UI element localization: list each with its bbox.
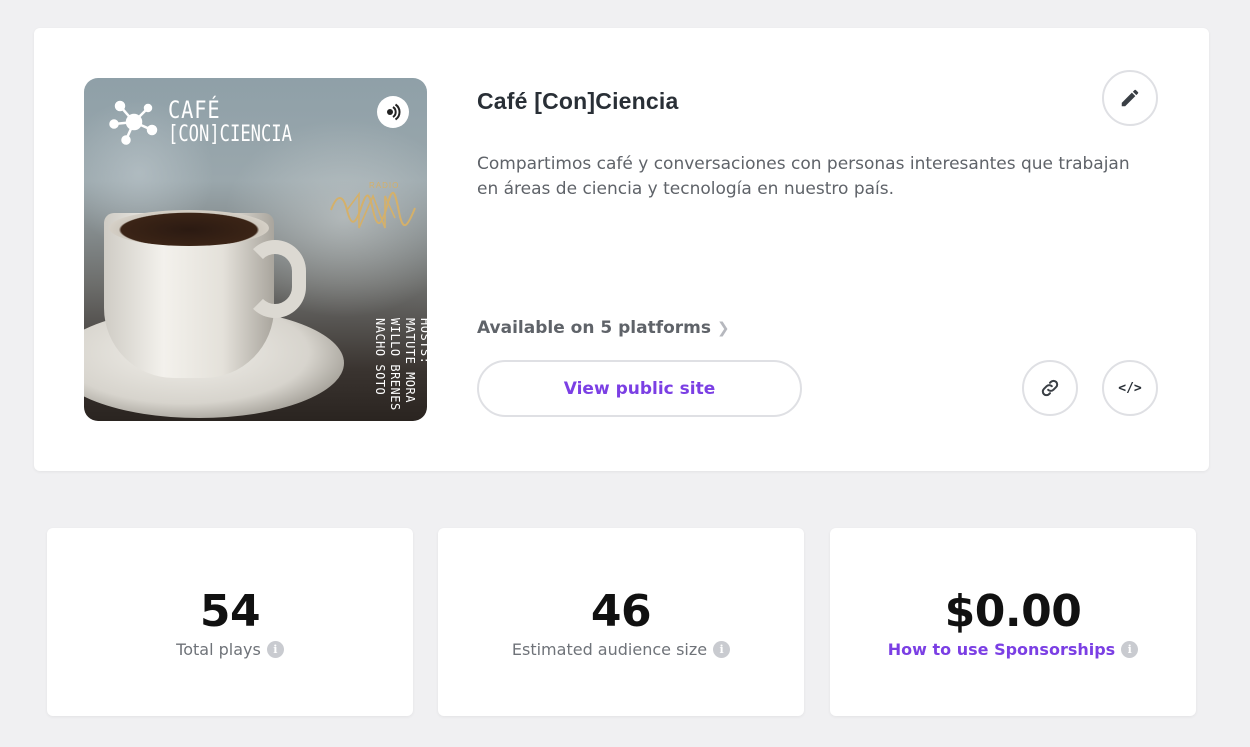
chevron-right-icon: ❯ xyxy=(717,319,730,337)
stat-value: 54 xyxy=(199,586,261,637)
podcast-title: Café [Con]Ciencia xyxy=(477,88,679,114)
podcast-description: Compartimos café y conversaciones con pe… xyxy=(477,154,1130,199)
cover-hosts-text: HOSTS: MATUTE MORA WILLO BRENES NACHO SO… xyxy=(373,318,427,411)
stat-label-row: Total plays i xyxy=(47,640,413,659)
info-icon[interactable]: i xyxy=(266,641,284,658)
stat-label: Estimated audience size xyxy=(511,640,708,659)
embed-code-button[interactable]: </> xyxy=(1102,360,1158,416)
stat-label: Total plays xyxy=(176,640,261,659)
code-icon: </> xyxy=(1118,380,1142,396)
stat-label-row: Estimated audience size i xyxy=(438,640,804,659)
copy-link-button[interactable] xyxy=(1022,360,1078,416)
pencil-icon xyxy=(1121,89,1139,107)
cover-cup-handle xyxy=(244,240,306,318)
view-public-site-button[interactable]: View public site xyxy=(477,360,802,417)
sponsorships-link[interactable]: How to use Sponsorships xyxy=(888,640,1115,659)
podcast-card: CAFÉ [CON]CIENCIA RADIO HOSTS: MATUTE MO… xyxy=(34,28,1209,471)
podcast-cover-art: CAFÉ [CON]CIENCIA RADIO HOSTS: MATUTE MO… xyxy=(84,78,427,421)
info-icon[interactable]: i xyxy=(713,641,731,658)
info-icon[interactable]: i xyxy=(1121,641,1139,658)
cover-brand-line1: CAFÉ xyxy=(168,96,221,124)
cover-coffee xyxy=(109,210,269,246)
stat-value: $0.00 xyxy=(944,586,1082,637)
link-icon xyxy=(1041,379,1059,397)
cover-brand-line2: [CON]CIENCIA xyxy=(168,122,292,147)
molecule-logo-icon xyxy=(109,100,158,145)
stat-card-sponsorships: $0.00 How to use Sponsorships i xyxy=(830,528,1196,716)
stat-label-row: How to use Sponsorships i xyxy=(830,640,1196,659)
radio-wave-logo-icon xyxy=(330,191,416,229)
stat-value: 46 xyxy=(590,586,652,637)
platforms-label: Available on 5 platforms xyxy=(477,318,712,338)
available-platforms-link[interactable]: Available on 5 platforms ❯ xyxy=(477,318,730,338)
podcast-badge-icon xyxy=(377,96,409,128)
stat-card-total-plays: 54 Total plays i xyxy=(47,528,413,716)
cover-brand: CAFÉ [CON]CIENCIA xyxy=(168,98,327,146)
edit-button[interactable] xyxy=(1102,70,1158,126)
stat-card-audience-size: 46 Estimated audience size i xyxy=(438,528,804,716)
